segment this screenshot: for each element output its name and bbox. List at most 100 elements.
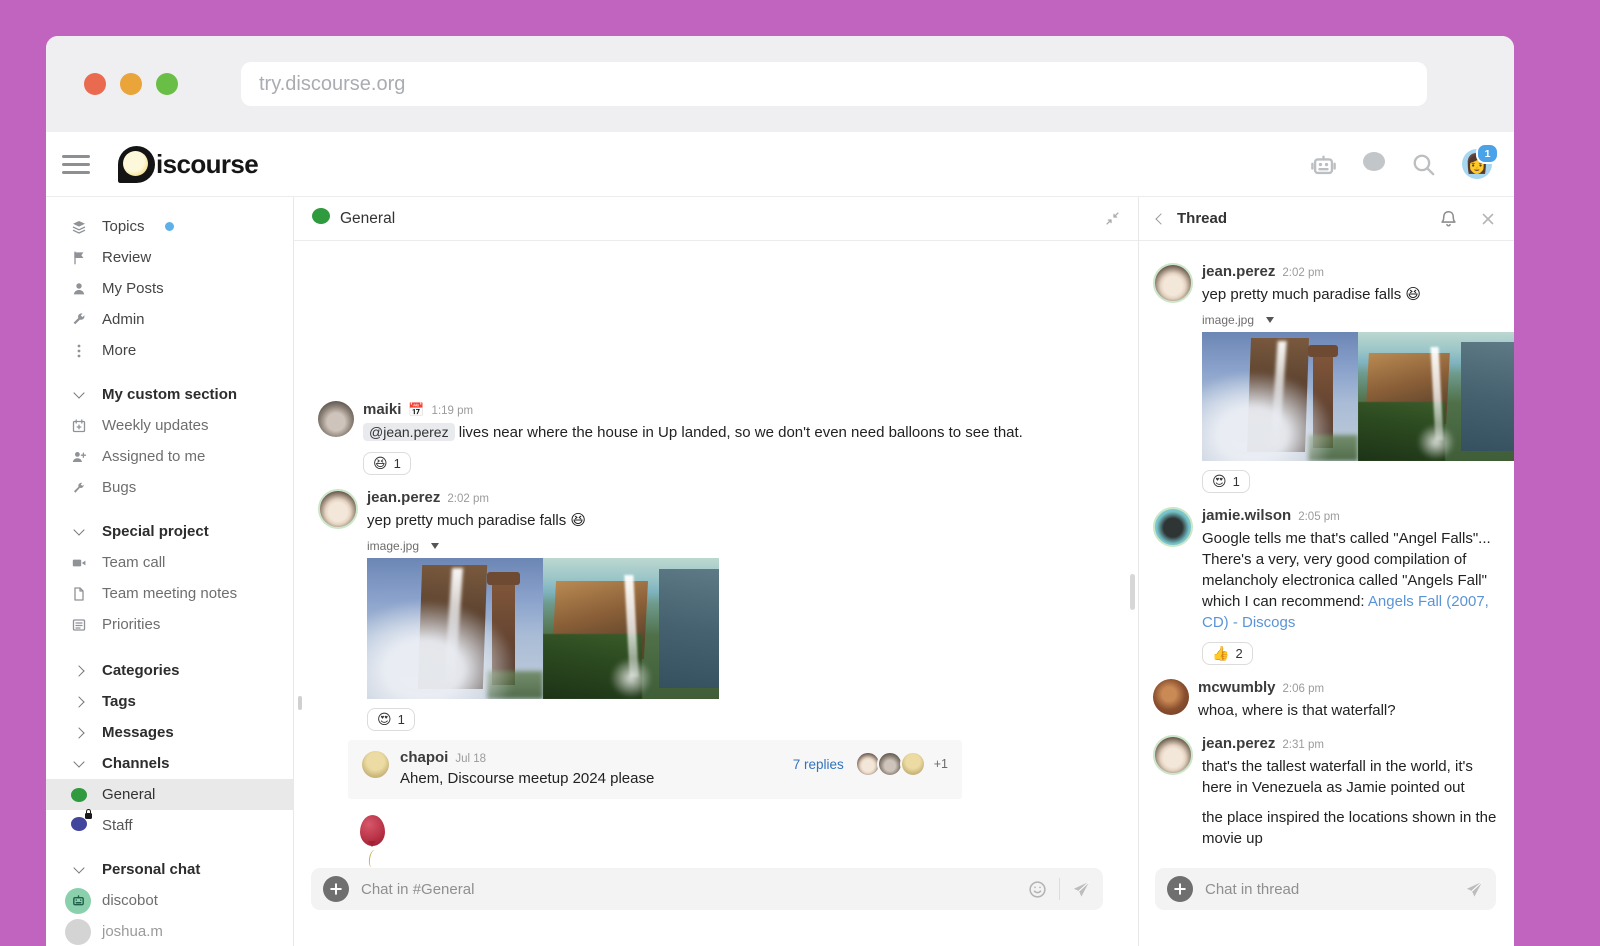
app-header: iscourse 👩 1 [46,132,1514,197]
chevron-down-icon [1266,317,1274,327]
sidebar-item-admin[interactable]: Admin [46,304,293,335]
sidebar-item-bugs[interactable]: Bugs [46,472,293,503]
username[interactable]: jamie.wilson [1202,507,1291,524]
user-avatar[interactable] [1153,507,1193,547]
username[interactable]: maiki [363,401,401,418]
sidebar-channel-staff[interactable]: Staff [46,810,293,841]
thread-title: Thread [1177,210,1227,227]
username[interactable]: jean.perez [367,489,440,506]
user-mention[interactable]: @jean.perez [363,423,455,441]
bot-icon[interactable] [1310,151,1337,178]
send-icon[interactable] [1072,880,1091,899]
replies-link[interactable]: 7 replies [793,757,844,772]
sidebar-item-priorities[interactable]: Priorities [46,609,293,640]
sidebar-dm-joshua[interactable]: joshua.m [46,916,293,946]
channel-header: General [294,197,1138,241]
thread-message-list[interactable]: jean.perez 2:02 pm yep pretty much parad… [1139,241,1514,946]
sidebar-item-tags[interactable]: Tags [46,686,293,717]
user-avatar[interactable]: 👩 1 [1462,149,1492,179]
browser-window: try.discourse.org iscourse 👩 1 [46,36,1514,946]
address-bar[interactable]: try.discourse.org [241,62,1427,106]
sidebar-channel-general[interactable]: General [46,779,293,810]
user-avatar[interactable] [318,489,358,529]
reaction-pill[interactable]: 😍 1 [367,708,415,731]
user-avatar[interactable] [1153,679,1189,715]
calendar-icon [70,418,87,434]
thread-preview-row[interactable]: chapoi Jul 18 Ahem, Discourse meetup 202… [348,740,962,799]
more-participants-count: +1 [934,757,948,771]
add-attachment-button[interactable] [323,876,349,902]
sidebar-section-personal-chat[interactable]: Personal chat [46,854,293,885]
add-attachment-button[interactable] [1167,876,1193,902]
username[interactable]: jean.perez [1202,263,1275,280]
sidebar-item-label: More [102,342,136,359]
discourse-logo[interactable]: iscourse [118,146,258,183]
reaction-count: 1 [394,456,401,471]
attachment-toggle[interactable]: image.jpg [367,538,1138,553]
attachment-toggle[interactable]: image.jpg [1202,312,1514,327]
reaction-pill[interactable]: 😍 1 [1202,470,1250,493]
channel-bubble-icon [70,788,87,802]
close-window-button[interactable] [84,73,106,95]
waterfall-photo-image[interactable] [543,558,719,699]
hamburger-menu-icon[interactable] [62,155,90,174]
message-list[interactable]: maiki 📅 1:19 pm @jean.perez lives near w… [294,241,1138,946]
sidebar-item-my-posts[interactable]: My Posts [46,273,293,304]
sidebar-item-team-call[interactable]: Team call [46,547,293,578]
image-attachment[interactable] [367,558,1138,699]
zoom-window-button[interactable] [156,73,178,95]
user-avatar[interactable] [1153,735,1193,775]
chat-composer[interactable]: Chat in #General [311,868,1103,910]
thread-composer[interactable]: Chat in thread [1155,868,1496,910]
message-maiki: maiki 📅 1:19 pm @jean.perez lives near w… [294,401,1138,475]
chevron-right-icon [70,667,87,675]
waterfall-movie-image[interactable] [367,558,543,699]
collapse-icon[interactable] [1105,211,1120,226]
sidebar-item-label: Categories [102,662,180,679]
sidebar-item-team-meeting-notes[interactable]: Team meeting notes [46,578,293,609]
scrollbar-thumb[interactable] [1130,574,1135,610]
user-avatar[interactable] [318,401,354,437]
username[interactable]: chapoi [400,749,448,766]
sidebar-section-my-custom[interactable]: My custom section [46,379,293,410]
thread-header: Thread [1139,197,1514,241]
sidebar-item-topics[interactable]: Topics [46,211,293,242]
sidebar-item-categories[interactable]: Categories [46,655,293,686]
reaction-count: 1 [1233,474,1240,489]
waterfall-movie-image[interactable] [1202,332,1358,461]
chat-icon[interactable] [1363,152,1385,176]
close-icon[interactable] [1480,211,1496,227]
username[interactable]: jean.perez [1202,735,1275,752]
sidebar-dm-discobot[interactable]: discobot [46,885,293,916]
minimize-window-button[interactable] [120,73,142,95]
sidebar-section-channels[interactable]: Channels [46,748,293,779]
sidebar-resize-handle[interactable] [298,696,302,710]
emoji-picker-icon[interactable] [1028,880,1047,899]
reaction-pill[interactable]: 😆 1 [363,452,411,475]
message-text: Ahem, Discourse meetup 2024 please [400,768,654,789]
sidebar-section-special-project[interactable]: Special project [46,516,293,547]
sidebar-item-review[interactable]: Review [46,242,293,273]
participant-avatar [877,751,903,777]
sidebar-item-assigned-to-me[interactable]: Assigned to me [46,441,293,472]
bell-icon[interactable] [1439,209,1458,228]
composer-input[interactable]: Chat in thread [1205,881,1465,898]
discourse-logo-icon [118,146,155,183]
username[interactable]: mcwumbly [1198,679,1276,696]
waterfall-photo-image[interactable] [1358,332,1514,461]
sidebar-item-more[interactable]: More [46,335,293,366]
search-icon[interactable] [1411,152,1436,177]
user-avatar[interactable] [1153,263,1193,303]
sidebar-item-messages[interactable]: Messages [46,717,293,748]
sidebar-item-label: Assigned to me [102,448,205,465]
message-text: yep pretty much paradise falls 😆 [367,510,1138,531]
image-attachment[interactable] [1202,332,1514,461]
sidebar-item-weekly-updates[interactable]: Weekly updates [46,410,293,441]
message-text: whoa, where is that waterfall? [1198,700,1514,721]
back-icon[interactable] [1157,210,1165,228]
send-icon[interactable] [1465,880,1484,899]
message-text: that's the tallest waterfall in the worl… [1202,756,1502,798]
timestamp: 2:06 pm [1283,683,1325,695]
composer-input[interactable]: Chat in #General [361,881,1028,898]
reaction-pill[interactable]: 👍 2 [1202,642,1253,665]
